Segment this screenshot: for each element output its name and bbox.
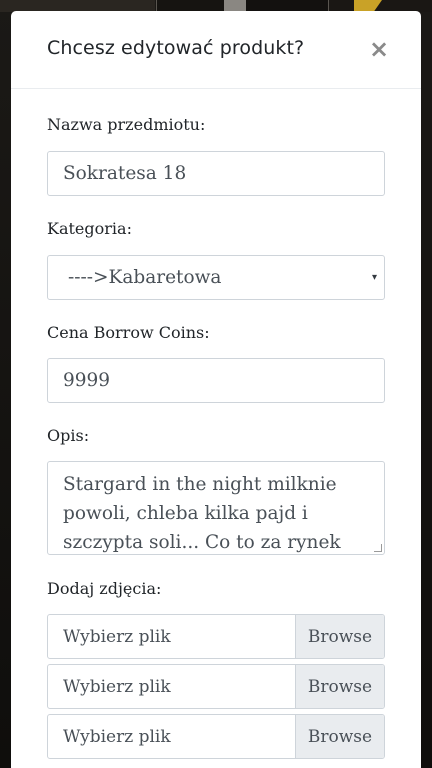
edit-product-modal: Chcesz edytować produkt? × Nazwa przedmi…	[11, 11, 421, 768]
price-label: Cena Borrow Coins:	[47, 323, 210, 342]
category-label: Kategoria:	[47, 219, 132, 238]
item-name-value: Sokratesa 18	[63, 163, 187, 184]
file-input-3[interactable]: Wybierz plik Browse	[47, 714, 385, 759]
price-value: 9999	[63, 370, 111, 391]
description-label: Opis:	[47, 426, 90, 445]
price-input[interactable]: 9999	[47, 358, 385, 403]
chevron-down-icon: ▾	[371, 272, 377, 283]
file-input-1[interactable]: Wybierz plik Browse	[47, 614, 385, 659]
file-placeholder: Wybierz plik	[63, 676, 171, 697]
file-placeholder: Wybierz plik	[63, 626, 171, 647]
browse-button[interactable]: Browse	[295, 715, 384, 758]
category-select[interactable]: ---->Kabaretowa ▾	[47, 255, 385, 300]
description-value: Stargard in the night milknie powoli, ch…	[63, 474, 341, 553]
browse-button[interactable]: Browse	[295, 665, 384, 708]
photos-label: Dodaj zdjęcia:	[47, 579, 162, 598]
browse-button[interactable]: Browse	[295, 615, 384, 658]
file-input-2[interactable]: Wybierz plik Browse	[47, 664, 385, 709]
modal-title: Chcesz edytować produkt?	[47, 37, 305, 59]
category-value: ---->Kabaretowa	[68, 267, 222, 288]
item-name-input[interactable]: Sokratesa 18	[47, 151, 385, 196]
item-name-label: Nazwa przedmiotu:	[47, 115, 206, 134]
modal-header: Chcesz edytować produkt? ×	[11, 11, 421, 89]
resize-handle-icon[interactable]	[374, 544, 382, 552]
close-icon[interactable]: ×	[369, 37, 389, 61]
file-placeholder: Wybierz plik	[63, 726, 171, 747]
description-textarea[interactable]: Stargard in the night milknie powoli, ch…	[47, 461, 385, 555]
